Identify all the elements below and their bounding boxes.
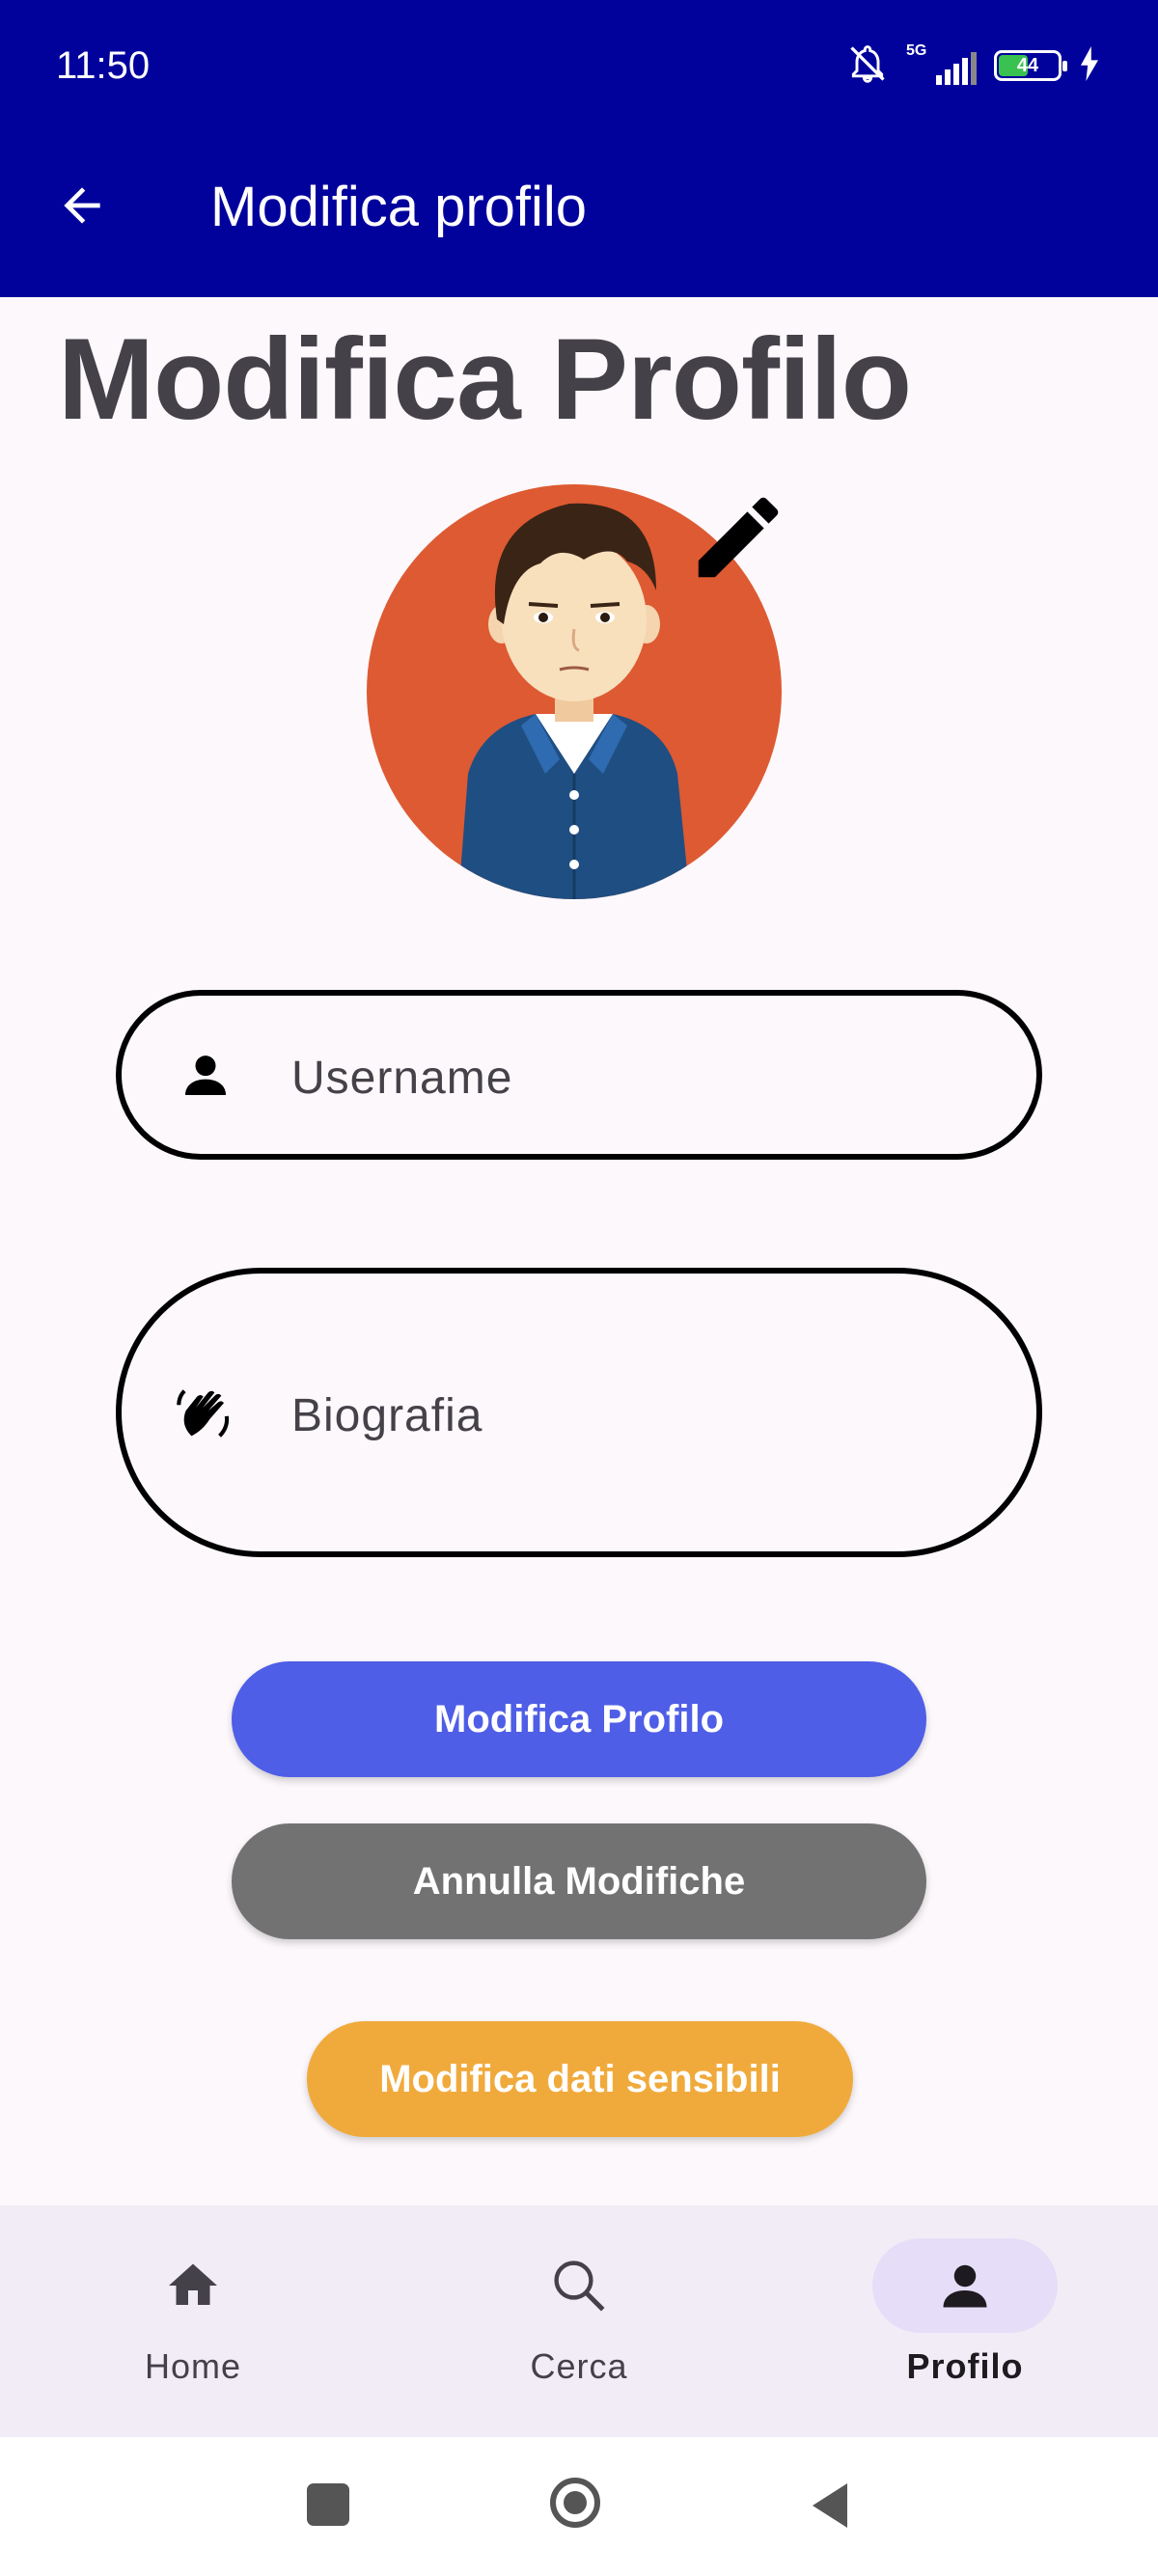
arrow-left-icon	[55, 178, 109, 237]
back-system-button[interactable]	[809, 2481, 851, 2535]
pencil-icon	[685, 497, 791, 594]
back-button[interactable]	[48, 174, 116, 241]
status-time: 11:50	[56, 44, 151, 87]
charging-icon	[1079, 45, 1100, 86]
recents-button[interactable]	[307, 2483, 349, 2526]
bell-off-icon	[846, 42, 889, 90]
nav-item-search[interactable]: Cerca	[434, 2238, 724, 2412]
username-field[interactable]: Username	[116, 990, 1042, 1160]
bio-field[interactable]: Biografia	[116, 1268, 1042, 1557]
home-icon	[159, 2252, 227, 2319]
network-label: 5G	[906, 42, 927, 59]
nav-label-profile: Profilo	[906, 2346, 1024, 2386]
person-icon	[172, 1041, 239, 1109]
save-profile-button[interactable]: Modifica Profilo	[232, 1661, 926, 1777]
signal-icon: 5G	[906, 42, 977, 85]
status-bar: 11:50 5G 44	[0, 0, 1158, 135]
app-bar: Modifica profilo	[0, 135, 1158, 297]
battery-level: 44	[1016, 54, 1039, 76]
nav-item-home[interactable]: Home	[48, 2238, 338, 2412]
nav-label-home: Home	[144, 2346, 242, 2386]
cancel-changes-button[interactable]: Annulla Modifiche	[232, 1823, 926, 1939]
status-icons: 5G 44	[846, 42, 1100, 89]
waving-hand-icon	[172, 1380, 239, 1447]
edit-avatar-button[interactable]	[685, 484, 791, 590]
search-icon	[545, 2252, 613, 2319]
bio-placeholder: Biografia	[291, 1390, 483, 1441]
battery-icon: 44	[994, 50, 1067, 81]
username-placeholder: Username	[291, 1053, 513, 1104]
bottom-navigation: Home Cerca Profilo	[0, 2206, 1158, 2437]
page-title: Modifica Profilo	[58, 315, 912, 444]
edit-sensitive-data-button[interactable]: Modifica dati sensibili	[307, 2021, 853, 2137]
person-icon	[931, 2252, 999, 2319]
app-bar-title: Modifica profilo	[210, 176, 588, 238]
home-button[interactable]	[550, 2478, 600, 2528]
nav-label-search: Cerca	[530, 2346, 628, 2386]
avatar-container	[367, 484, 782, 899]
system-navigation-bar	[0, 2437, 1158, 2576]
nav-item-profile[interactable]: Profilo	[820, 2238, 1110, 2412]
